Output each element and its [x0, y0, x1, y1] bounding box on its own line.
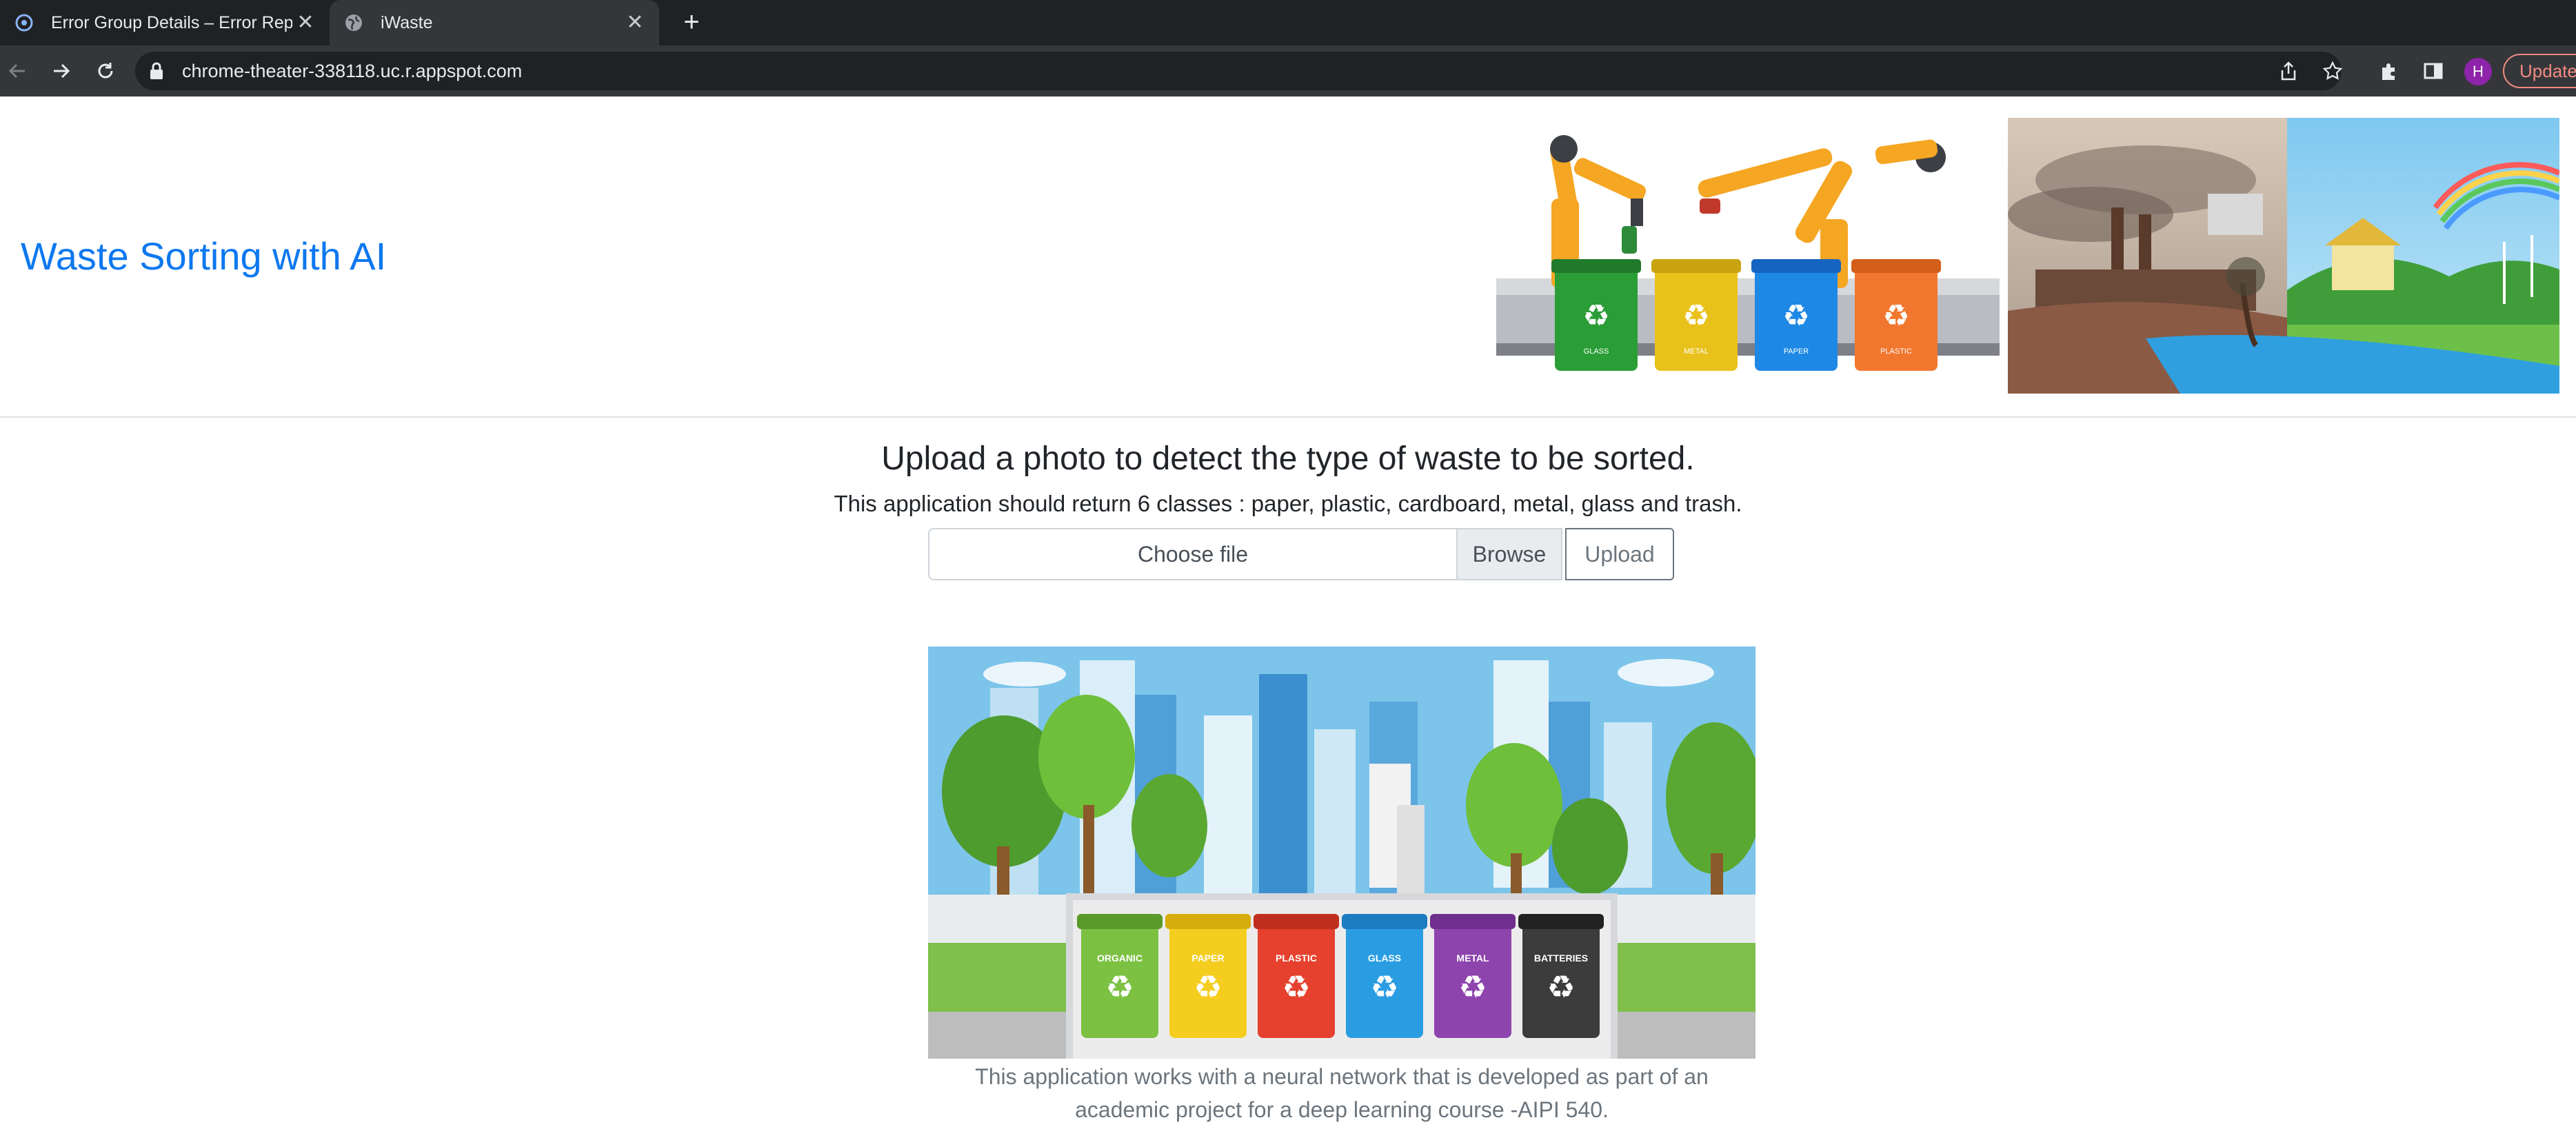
- svg-text:♻: ♻: [1782, 299, 1809, 333]
- bin-label: BATTERIES: [1534, 953, 1588, 964]
- svg-text:♻: ♻: [1547, 969, 1575, 1005]
- bin-label: ORGANIC: [1097, 953, 1143, 964]
- side-panel-icon[interactable]: [2420, 58, 2446, 84]
- pollution-vs-clean-illustration: [2008, 118, 2559, 394]
- upload-form: Choose file Browse Upload: [928, 528, 1674, 580]
- browse-button[interactable]: Browse: [1456, 528, 1562, 580]
- svg-text:♻: ♻: [1582, 299, 1609, 333]
- tab-iwaste[interactable]: iWaste ✕: [330, 0, 659, 45]
- reload-icon[interactable]: [90, 55, 121, 87]
- address-bar[interactable]: chrome-theater-338118.uc.r.appspot.com: [135, 52, 2342, 90]
- page-title: Upload a photo to detect the type of was…: [881, 440, 1695, 477]
- share-icon[interactable]: [2275, 58, 2302, 84]
- browser-toolbar: chrome-theater-338118.uc.r.appspot.com H…: [0, 45, 2576, 96]
- close-tab-icon[interactable]: ✕: [623, 11, 647, 34]
- bin-batteries: BATTERIES ♻: [1518, 914, 1604, 1038]
- close-tab-icon[interactable]: ✕: [294, 11, 317, 34]
- tab-error-group[interactable]: Error Group Details – Error Rep ✕: [0, 0, 330, 45]
- brand-link[interactable]: Waste Sorting with AI: [21, 234, 386, 278]
- url-text: chrome-theater-338118.uc.r.appspot.com: [182, 61, 523, 81]
- svg-text:♻: ♻: [1458, 969, 1487, 1005]
- upload-button[interactable]: Upload: [1565, 528, 1674, 580]
- bin-plastic: PLASTIC ♻: [1254, 914, 1339, 1038]
- svg-text:♻: ♻: [1194, 969, 1222, 1005]
- forward-icon[interactable]: [46, 55, 77, 87]
- bin-organic: ORGANIC ♻: [1077, 914, 1163, 1038]
- browser-tab-strip: Error Group Details – Error Rep ✕ iWaste…: [0, 0, 2576, 45]
- bin-label: GLASS: [1584, 347, 1609, 356]
- globe-icon: [343, 12, 364, 33]
- back-icon[interactable]: [1, 55, 33, 87]
- file-input[interactable]: Choose file: [928, 528, 1456, 580]
- bin-label: PLASTIC: [1276, 953, 1317, 964]
- svg-text:♻: ♻: [1370, 969, 1398, 1005]
- profile-avatar[interactable]: H: [2464, 58, 2492, 85]
- tab-title: iWaste: [381, 12, 433, 32]
- bin-label: PAPER: [1191, 953, 1224, 964]
- caption-line: academic project for a deep learning cou…: [1075, 1097, 1609, 1122]
- bin-label: GLASS: [1368, 953, 1401, 964]
- svg-text:♻: ♻: [1882, 299, 1909, 333]
- caption: This application works with a neural net…: [928, 1060, 1755, 1126]
- extensions-icon[interactable]: [2376, 58, 2402, 84]
- tab-title: Error Group Details – Error Rep: [51, 12, 292, 32]
- bin-paper: PAPER ♻: [1165, 914, 1251, 1038]
- caption-line: This application works with a neural net…: [975, 1064, 1709, 1089]
- bin-metal: METAL ♻: [1430, 914, 1516, 1038]
- lock-icon[interactable]: [149, 62, 164, 83]
- bin-label: METAL: [1456, 953, 1489, 964]
- bin-glass: GLASS ♻: [1342, 914, 1427, 1038]
- bin-label: PAPER: [1784, 347, 1809, 356]
- svg-text:♻: ♻: [1282, 969, 1310, 1005]
- cloud-error-icon: [14, 12, 34, 33]
- bookmark-star-icon[interactable]: [2320, 58, 2346, 84]
- bin-label: METAL: [1684, 347, 1709, 356]
- city-recycling-illustration: ORGANIC ♻ PAPER ♻ PLASTIC ♻ GLASS ♻ META…: [928, 647, 1755, 1059]
- bin-label: PLASTIC: [1880, 347, 1912, 356]
- new-tab-icon[interactable]: +: [676, 7, 707, 39]
- robot-sorting-illustration: ♻ GLASS ♻ METAL ♻ PAPER ♻ PLASTIC: [1489, 116, 2005, 380]
- svg-text:♻: ♻: [1105, 969, 1134, 1005]
- update-button[interactable]: Update: [2503, 54, 2576, 88]
- page-subtitle: This application should return 6 classes…: [834, 491, 1742, 516]
- svg-text:♻: ♻: [1682, 299, 1709, 333]
